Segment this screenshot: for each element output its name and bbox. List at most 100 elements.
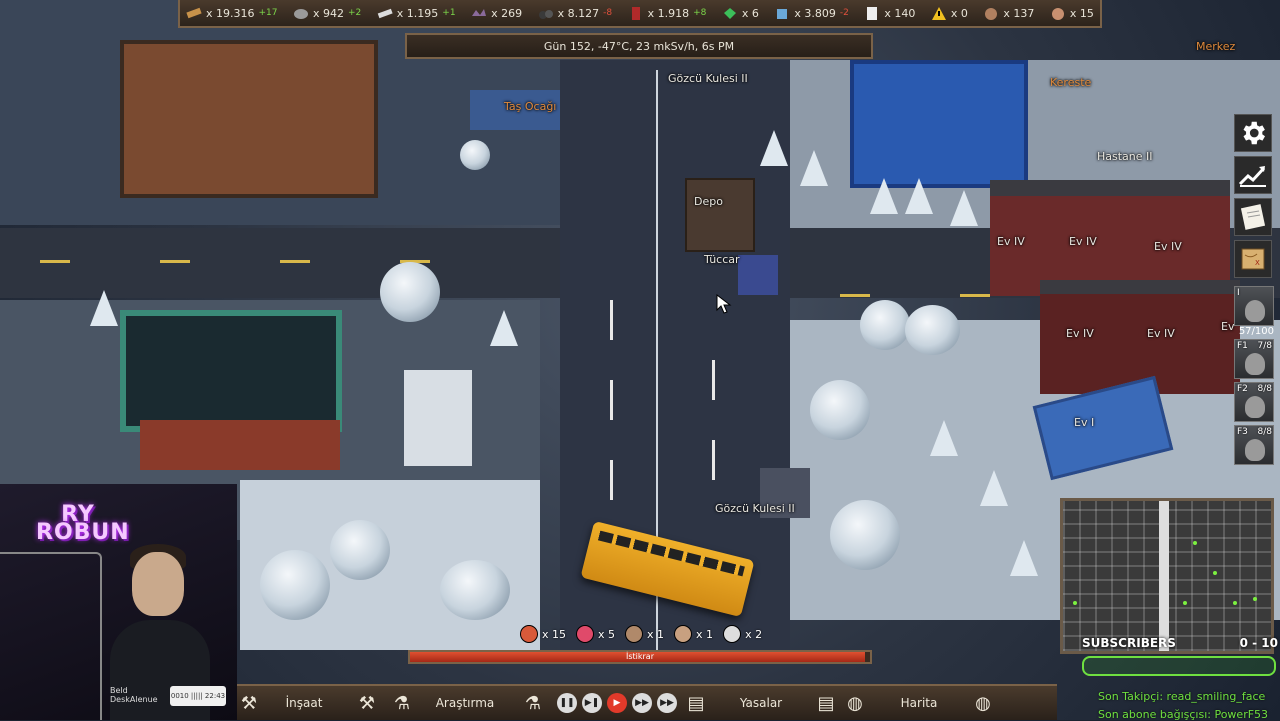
resource-delta: +17: [258, 8, 278, 18]
resource-coal[interactable]: x 8.127 -8: [538, 6, 612, 21]
resource-value: x 19.316: [206, 6, 255, 20]
map-label-house[interactable]: Ev IV: [1154, 240, 1182, 253]
unit-slot[interactable]: F3 8/8: [1234, 425, 1274, 465]
minimap-unit-dot: [1213, 571, 1217, 575]
lane-mark: [610, 460, 613, 500]
speed-3x-button[interactable]: ▶▶: [632, 693, 652, 713]
research-left-icon[interactable]: ⚗: [387, 686, 417, 720]
research-button[interactable]: Araştırma: [417, 686, 513, 720]
resource-value: x 137: [1003, 6, 1035, 20]
map-label-trader[interactable]: Tüccar: [704, 253, 740, 266]
statistics-button[interactable]: [1234, 156, 1272, 194]
map-label-watchtower[interactable]: Gözcü Kulesi II: [715, 502, 795, 515]
map-right-icon[interactable]: ◍: [969, 686, 997, 720]
laws-right-icon[interactable]: ▤: [811, 686, 841, 720]
stone-icon: [294, 8, 308, 19]
snow-pine-tree: [950, 190, 978, 226]
unit-slot-count: 7/8: [1257, 341, 1272, 351]
resource-delta: +1: [442, 8, 456, 18]
resource-scrap[interactable]: x 269: [471, 6, 522, 21]
lane-mark: [712, 440, 715, 480]
unit-slot-count: 8/8: [1257, 384, 1272, 394]
resource-alerts[interactable]: x 0: [931, 6, 968, 21]
minimap-unit-dot: [1193, 541, 1197, 545]
right-sidebar: X: [1234, 114, 1274, 278]
resource-children[interactable]: x 15: [1050, 6, 1094, 21]
map-button[interactable]: X: [1234, 240, 1272, 278]
map-label-quarry[interactable]: Taş Ocağı: [504, 100, 556, 113]
pool-building[interactable]: [120, 310, 342, 432]
resource-steel[interactable]: x 1.195 +1: [377, 6, 456, 21]
laws-left-icon[interactable]: ▤: [681, 686, 711, 720]
squad-member[interactable]: x 1: [674, 625, 713, 643]
resource-value: x 1.918: [647, 6, 690, 20]
build-tools-button[interactable]: ⚒: [347, 686, 387, 720]
minimap[interactable]: [1060, 498, 1274, 654]
build-button[interactable]: İnşaat: [261, 686, 347, 720]
speed-4x-button[interactable]: ▶▶: [657, 693, 677, 713]
research-right-icon[interactable]: ⚗: [513, 686, 553, 720]
house-ev-iv-row[interactable]: [990, 180, 1230, 296]
resource-food[interactable]: x 3.809 -2: [774, 6, 849, 21]
resource-gems[interactable]: x 6: [722, 6, 759, 21]
laws-button[interactable]: Yasalar: [711, 686, 811, 720]
settings-button[interactable]: [1234, 114, 1272, 152]
squad-status-strip: x 15 x 5 x 1 x 1 x 2: [520, 624, 762, 644]
unit-slot-label: F2: [1237, 384, 1248, 394]
resource-fuel[interactable]: x 1.918 +8: [628, 6, 706, 21]
map-label-house[interactable]: Ev IV: [1147, 327, 1175, 340]
map-label-watchtower[interactable]: Gözcü Kulesi II: [668, 72, 748, 85]
squad-member[interactable]: x 2: [723, 625, 762, 643]
squad-member-count: x 2: [745, 627, 763, 641]
last-donation-ticker: Son abone bağışçısı: PowerF53: [1098, 708, 1269, 721]
map-left-icon[interactable]: ◍: [841, 686, 869, 720]
unit-squad-panel: I 57/100 F1 7/8 F2 8/8 F3 8/8: [1234, 286, 1276, 468]
depot-building[interactable]: [685, 178, 755, 252]
build-left-icon[interactable]: ⚒: [237, 686, 261, 720]
notes-button[interactable]: [1234, 198, 1272, 236]
build-label: İnşaat: [285, 696, 323, 710]
resource-documents[interactable]: x 140: [864, 6, 915, 21]
worker-face-icon: [985, 7, 998, 20]
squad-member[interactable]: x 15: [520, 625, 566, 643]
overlay-chip-right: 0010 ||||| 22:43: [170, 686, 226, 706]
snow-tree: [860, 300, 910, 350]
stability-bar-label: İstikrar: [626, 652, 654, 661]
trader-cart[interactable]: [738, 255, 778, 295]
squad-member[interactable]: x 1: [625, 625, 664, 643]
unit-slot[interactable]: F2 8/8: [1234, 382, 1274, 422]
unit-slot[interactable]: F1 7/8: [1234, 339, 1274, 379]
blue-building[interactable]: [850, 60, 1028, 188]
speed-pause-button[interactable]: ❚❚: [557, 693, 577, 713]
lane-mark: [960, 294, 990, 297]
speed-2x-button[interactable]: ▶: [607, 693, 627, 713]
hammer-icon: ⚒: [240, 692, 258, 714]
speed-1x-button[interactable]: ▶❚: [582, 693, 602, 713]
map-label-hospital[interactable]: Hastane II: [1097, 150, 1153, 163]
map-label-house[interactable]: Ev IV: [997, 235, 1025, 248]
snow-pine-tree: [800, 150, 828, 186]
map-label-house[interactable]: Ev IV: [1066, 327, 1094, 340]
document-icon: ▤: [687, 692, 705, 714]
brick-building[interactable]: [120, 40, 378, 198]
brick-wall: [140, 420, 340, 470]
squad-member[interactable]: x 5: [576, 625, 615, 643]
map-label-headquarters[interactable]: Merkez: [1196, 40, 1235, 53]
resource-stone[interactable]: x 942 +2: [293, 6, 361, 21]
map-label-house[interactable]: Ev IV: [1069, 235, 1097, 248]
snow-tree: [330, 520, 390, 580]
unit-slot[interactable]: I: [1234, 286, 1274, 326]
map-label-lumber[interactable]: Kereste: [1050, 76, 1091, 89]
resource-wood[interactable]: x 19.316 +17: [186, 6, 278, 21]
map-label-depot[interactable]: Depo: [694, 195, 723, 208]
lane-mark: [610, 380, 613, 420]
resource-workers[interactable]: x 137: [983, 6, 1034, 21]
minimap-unit-dot: [1073, 601, 1077, 605]
squad-member-icon: [674, 625, 693, 643]
stability-bar: İstikrar: [408, 650, 872, 664]
map-view-button[interactable]: Harita: [869, 686, 969, 720]
map-label-house[interactable]: Ev I: [1074, 416, 1094, 429]
map-label-house[interactable]: Ev: [1221, 320, 1234, 333]
snow-pine-tree: [1010, 540, 1038, 576]
resource-value: x 942: [313, 6, 345, 20]
